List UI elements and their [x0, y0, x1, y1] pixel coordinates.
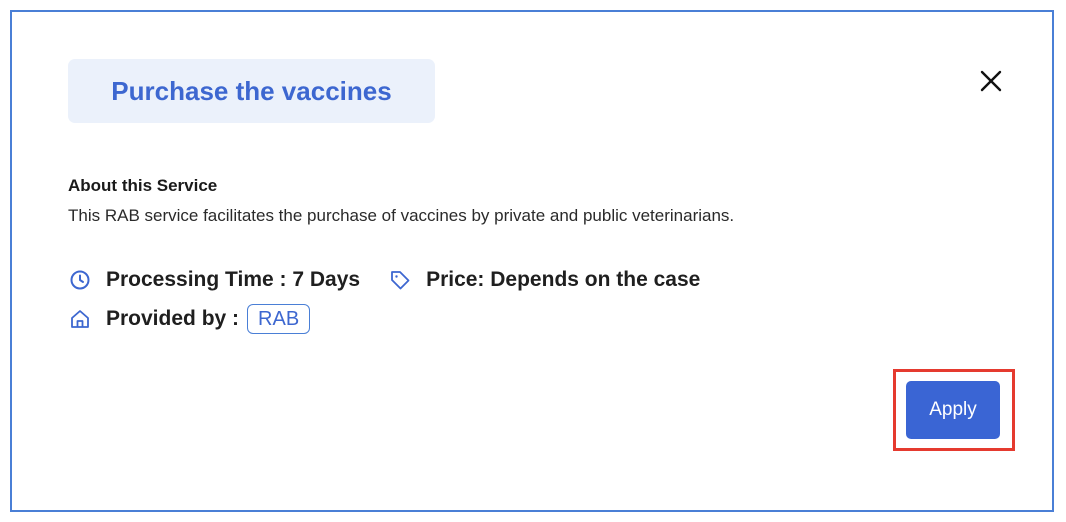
provided-by-label: Provided by :	[106, 307, 240, 330]
processing-time: Processing Time : 7 Days	[106, 268, 361, 291]
price: Price: Depends on the case	[426, 268, 701, 291]
title-box: Purchase the vaccines	[68, 59, 435, 123]
tag-icon	[388, 268, 412, 292]
about-description: This RAB service facilitates the purchas…	[68, 206, 735, 225]
close-button[interactable]	[976, 66, 1006, 96]
meta-row-provider: Provided by : RAB	[68, 304, 311, 334]
meta-row-time-price: Processing Time : 7 Days Price: Depends …	[68, 268, 700, 292]
apply-button[interactable]: Apply	[906, 381, 1000, 439]
about-heading: About this Service	[68, 176, 218, 195]
clock-icon	[68, 268, 92, 292]
modal-title: Purchase the vaccines	[111, 75, 392, 106]
home-icon	[68, 307, 92, 331]
provider-badge: RAB	[247, 304, 311, 334]
service-modal: Purchase the vaccines About this Service…	[10, 10, 1054, 512]
close-icon	[980, 70, 1002, 92]
